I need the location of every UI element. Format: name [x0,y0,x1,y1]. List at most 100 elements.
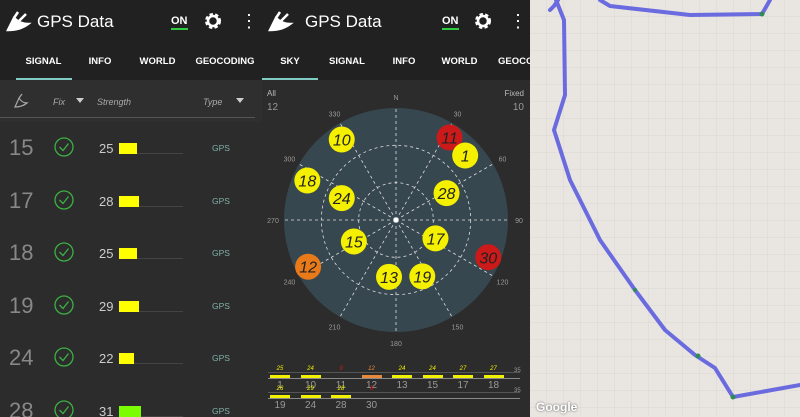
type-header[interactable]: Type [203,97,222,107]
satellite-row[interactable]: 18 25 GPS [0,227,262,279]
app-bar: GPS Data ON ⋮ [0,0,262,45]
compass-label: 90 [515,218,523,225]
bar-prn: 15 [426,380,439,391]
satellite-prn: 19 [413,269,431,286]
bar-prn: 19 [274,400,286,411]
signal-value: 24 [398,366,406,372]
satellite-dish-icon [6,11,32,32]
signal-value: 24 [307,366,314,372]
scale-label: 35 [514,368,521,374]
tab-info[interactable]: INFO [80,56,120,67]
center-dot [393,217,399,223]
compass-label: 330 [329,111,341,118]
sky-panel: GPS Data ON ⋮ SKY SIGNAL INFO WORLD GEOC… [262,0,530,417]
compass-label: 270 [267,218,279,225]
track-point [730,394,736,400]
tab-geocoding[interactable]: GEOCODING [195,56,255,67]
compass-label: 240 [284,280,296,287]
compass-label: 210 [329,325,341,332]
constellation-type: GPS [212,300,230,311]
prn-number: 28 [9,397,34,417]
signal-bar [119,143,137,154]
tab-signal[interactable]: SIGNAL [322,56,372,67]
signal-value: 26 [276,386,284,392]
signal-value: 27 [459,366,467,372]
signal-bar [422,375,443,378]
fix-check-icon [54,137,74,157]
signal-bar [119,300,140,312]
fix-header[interactable]: Fix [53,97,65,107]
chevron-down-icon[interactable] [236,98,244,103]
signal-value: 9 [339,366,343,372]
signal-strength-value: 22 [99,351,114,366]
satellite-dish-icon[interactable] [13,93,29,109]
satellite-row[interactable]: 17 28 GPS [0,175,262,227]
bar-prn: 13 [396,380,408,391]
tab-signal[interactable]: SIGNAL [16,56,71,67]
satellite-prn: 15 [345,234,363,251]
signal-bar [453,375,473,378]
more-options-icon[interactable]: ⋮ [509,12,527,30]
map-canvas[interactable] [530,0,800,417]
satellite-prn: 28 [437,186,456,203]
satellite-row[interactable]: 15 25 GPS [0,122,262,174]
constellation-type: GPS [212,248,230,258]
sky-plot: N 30 60 90 120 150 180 210 240 270 300 330 10 111 18 24… [267,95,523,348]
satellite-prn: 12 [299,260,317,277]
gear-icon[interactable] [203,11,223,31]
map-view[interactable]: Google [530,0,800,417]
prn-number: 17 [9,187,34,213]
track-point [695,353,701,359]
signal-bar [331,375,351,378]
satellite-prn: 13 [380,270,398,287]
satellite-row[interactable]: 19 29 GPS [0,280,262,332]
compass-label: 150 [452,325,464,332]
signal-value: 29 [307,386,314,392]
satellite-prn: 17 [427,231,446,248]
satellite-dish-icon [268,11,294,32]
tab-sky[interactable]: SKY [262,56,318,67]
bar-prn: 18 [487,380,500,391]
signal-strength-value: 25 [99,246,114,261]
satellite-row[interactable]: 24 22 GPS [0,332,262,384]
bar-prn: 24 [304,400,317,411]
signal-bar [362,395,382,398]
signal-bar [270,395,290,398]
column-header: Fix Strength Type [0,80,262,122]
bar-prn: 30 [365,400,378,411]
signal-value: 8 [369,386,374,392]
bar-baseline [268,398,520,399]
strength-header[interactable]: Strength [97,97,131,107]
chevron-down-icon[interactable] [76,98,84,103]
tab-geocoding[interactable]: GEOCO [498,56,530,67]
constellation-type: GPS [212,353,230,363]
fix-check-icon [54,294,74,315]
compass-label: 60 [499,157,507,164]
gps-on-toggle[interactable]: ON [442,15,459,30]
signal-value: 25 [276,366,284,372]
track-point [759,11,765,17]
tab-world[interactable]: WORLD [135,56,180,67]
signal-bar [392,375,412,378]
signal-value: 27 [490,366,497,372]
fix-check-icon [54,347,74,367]
signal-strength-value: 29 [99,298,114,314]
google-logo: Google [536,400,578,414]
tab-world[interactable]: WORLD [437,56,482,67]
more-options-icon[interactable]: ⋮ [240,12,258,30]
fix-check-icon [54,189,74,210]
satellite-prn: 24 [332,191,351,208]
satellite-prn: 11 [441,131,458,148]
bar-grid-line [268,372,520,373]
satellite-row[interactable]: 28 31 GPS [0,385,262,417]
prn-number: 19 [9,292,34,318]
tab-info[interactable]: INFO [384,56,424,67]
gear-icon[interactable] [473,11,493,31]
satellite-prn: 10 [333,133,351,150]
gps-on-toggle[interactable]: ON [171,15,188,30]
signal-bar [361,375,382,378]
track-point [633,288,637,292]
bar-prn: 28 [335,400,347,411]
fix-check-icon [54,242,74,262]
signal-bar [270,375,290,378]
